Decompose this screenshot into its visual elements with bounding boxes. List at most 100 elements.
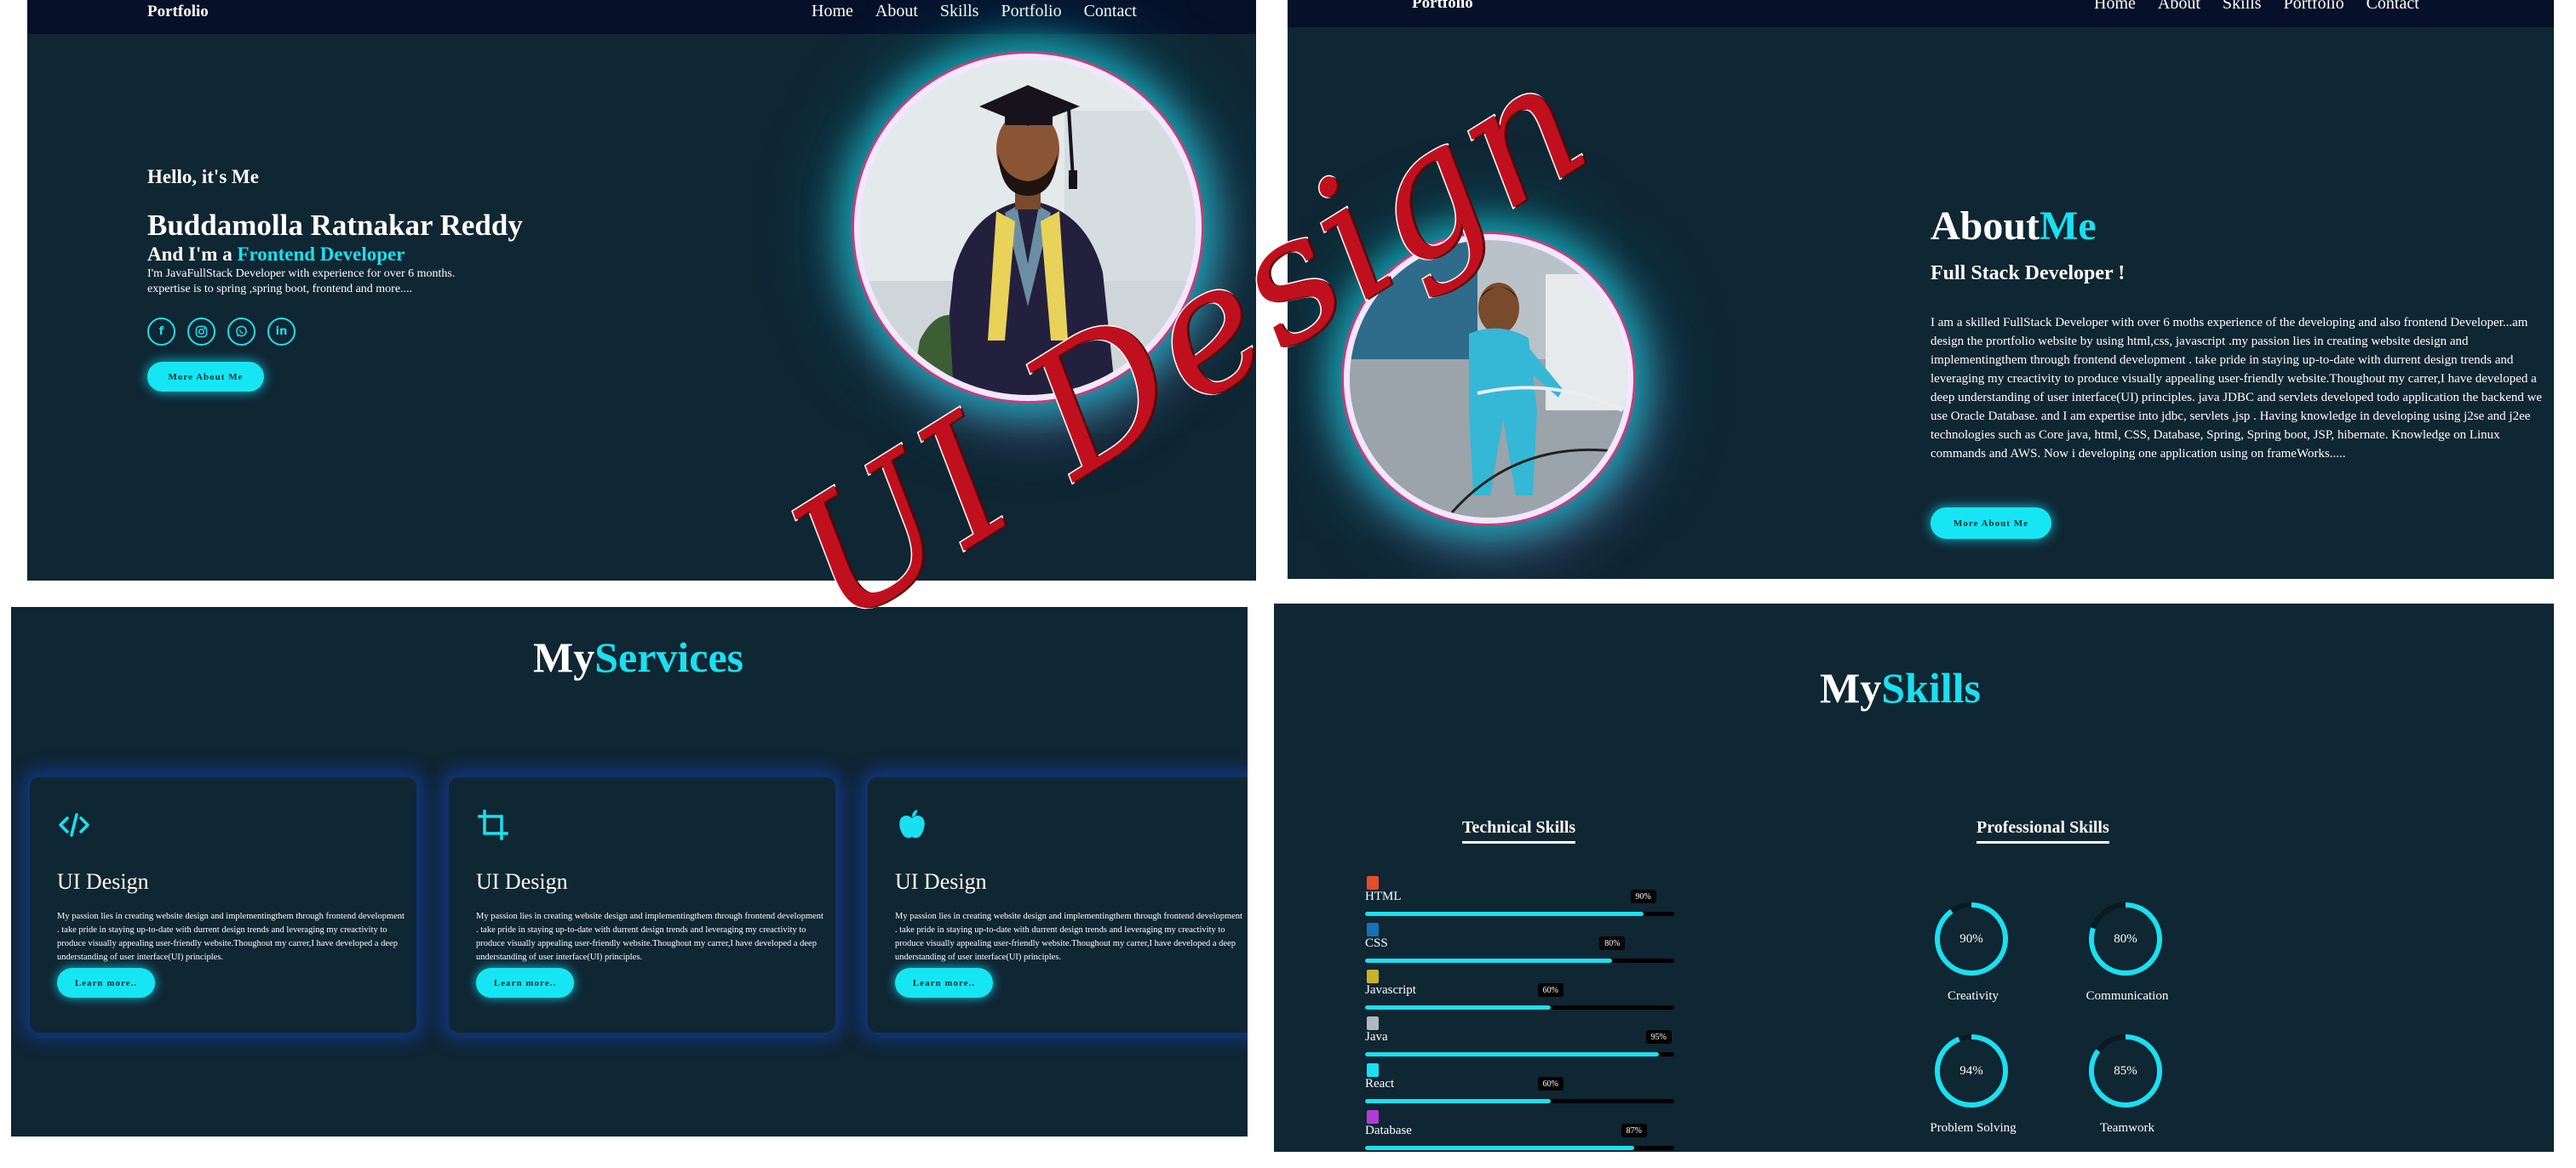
about-subtitle: Full Stack Developer ! bbox=[1931, 262, 2126, 284]
code-icon bbox=[57, 808, 91, 842]
skill-label: Javascript bbox=[1365, 983, 1416, 997]
javascript-icon bbox=[1367, 970, 1379, 983]
skills-title-white: My bbox=[1820, 664, 1882, 712]
professional-skill-label: Problem Solving bbox=[1930, 1121, 2017, 1135]
navbar: Portfolio Home About Skills Portfolio Co… bbox=[27, 0, 1256, 34]
nav-link-contact[interactable]: Contact bbox=[1084, 2, 1137, 21]
nav-link-contact[interactable]: Contact bbox=[2367, 0, 2419, 14]
technical-skill-react: React 60% bbox=[1365, 1063, 1674, 1110]
skill-progress-track bbox=[1365, 1052, 1674, 1056]
radial-percent: 90% bbox=[1959, 931, 1983, 946]
services-title: MyServices bbox=[533, 633, 743, 682]
technical-skill-html: HTML 90% bbox=[1365, 876, 1674, 923]
skill-progress-track bbox=[1365, 1146, 1674, 1150]
html5-icon bbox=[1367, 876, 1379, 890]
service-card: UI Design My passion lies in creating we… bbox=[30, 777, 416, 1033]
skill-progress-track bbox=[1365, 959, 1674, 963]
about-title-accent: Me bbox=[2040, 203, 2097, 249]
service-description: My passion lies in creating website desi… bbox=[476, 912, 823, 962]
navbar: Portfolio Home About Skills Portfolio Co… bbox=[1288, 0, 2554, 27]
technical-skill-javascript: Javascript 60% bbox=[1365, 970, 1674, 1016]
technical-skill-css: CSS 80% bbox=[1365, 923, 1674, 970]
about-paragraph: I am a skilled FullStack Developer with … bbox=[1931, 316, 2543, 461]
greeting: Hello, it's Me bbox=[147, 166, 259, 187]
nav-link-home[interactable]: Home bbox=[812, 2, 853, 21]
skill-progress-fill bbox=[1365, 912, 1644, 916]
radial-percent: 80% bbox=[2114, 931, 2137, 946]
skill-progress-track bbox=[1365, 1005, 1674, 1010]
home-description-line-2: expertise is to spring ,spring boot, fro… bbox=[147, 283, 413, 295]
service-card: UI Design My passion lies in creating we… bbox=[868, 777, 1248, 1033]
home-description: I'm JavaFullStack Developer with experie… bbox=[147, 266, 505, 297]
professional-skill-creativity: 90% bbox=[1932, 900, 2011, 978]
nav-link-skills[interactable]: Skills bbox=[2223, 0, 2262, 14]
logo[interactable]: Portfolio bbox=[1412, 0, 1473, 13]
linkedin-icon[interactable]: in bbox=[267, 318, 295, 346]
nav-link-home[interactable]: Home bbox=[2094, 0, 2136, 14]
service-title: UI Design bbox=[57, 869, 149, 894]
nav-links: Home About Skills Portfolio Contact bbox=[2094, 0, 2419, 14]
learn-more-button[interactable]: Learn more.. bbox=[57, 968, 155, 998]
professional-skill-communication: 80% bbox=[2086, 900, 2165, 978]
whatsapp-icon[interactable] bbox=[227, 318, 255, 346]
learn-more-button[interactable]: Learn more.. bbox=[476, 968, 574, 998]
about-title-white: About bbox=[1931, 203, 2040, 249]
facebook-icon[interactable]: f bbox=[147, 318, 175, 346]
java-icon bbox=[1367, 1016, 1379, 1030]
professional-skill-label: Teamwork bbox=[2100, 1121, 2154, 1135]
react-icon bbox=[1367, 1063, 1379, 1077]
more-about-me-button[interactable]: More About Me bbox=[147, 362, 264, 392]
about-title: AboutMe bbox=[1931, 203, 2097, 249]
skill-progress-track bbox=[1365, 1099, 1674, 1103]
service-description: My passion lies in creating website desi… bbox=[895, 912, 1242, 962]
skill-label: Java bbox=[1365, 1030, 1388, 1044]
skill-percent-badge: 60% bbox=[1537, 1077, 1563, 1091]
skills-title-accent: Skills bbox=[1881, 664, 1981, 712]
more-about-me-button[interactable]: More About Me bbox=[1931, 507, 2051, 539]
service-card: UI Design My passion lies in creating we… bbox=[449, 777, 835, 1033]
skill-percent-badge: 87% bbox=[1621, 1124, 1647, 1137]
learn-more-button[interactable]: Learn more.. bbox=[895, 968, 993, 998]
instagram-icon[interactable] bbox=[187, 318, 215, 346]
person-name: Buddamolla Ratnakar Reddy bbox=[147, 209, 523, 242]
skill-percent-badge: 60% bbox=[1537, 983, 1563, 997]
professional-skill-teamwork: 85% bbox=[2086, 1032, 2165, 1110]
logo[interactable]: Portfolio bbox=[147, 3, 209, 21]
skill-label: CSS bbox=[1365, 936, 1388, 950]
skill-label: HTML bbox=[1365, 890, 1402, 903]
service-title: UI Design bbox=[476, 869, 568, 894]
home-description-line-1: I'm JavaFullStack Developer with experie… bbox=[147, 267, 456, 280]
role-line: And I'm a Frontend Developer bbox=[147, 243, 404, 266]
nav-link-about[interactable]: About bbox=[875, 2, 918, 21]
apple-icon bbox=[895, 808, 929, 842]
database-icon bbox=[1367, 1110, 1379, 1124]
skill-progress-fill bbox=[1365, 1005, 1551, 1010]
crop-icon bbox=[476, 808, 510, 842]
skill-progress-fill bbox=[1365, 959, 1613, 963]
role-title: Frontend Developer bbox=[237, 243, 405, 265]
nav-link-about[interactable]: About bbox=[2158, 0, 2200, 14]
role-prefix: And I'm a bbox=[147, 243, 238, 265]
skill-progress-fill bbox=[1365, 1099, 1551, 1103]
nav-link-skills[interactable]: Skills bbox=[940, 2, 979, 21]
services-title-accent: Services bbox=[594, 633, 744, 681]
technical-skill-java: Java 95% bbox=[1365, 1016, 1674, 1063]
skill-progress-fill bbox=[1365, 1146, 1634, 1150]
skill-percent-badge: 80% bbox=[1599, 936, 1626, 950]
radial-percent: 94% bbox=[1959, 1063, 1983, 1078]
service-description: My passion lies in creating website desi… bbox=[57, 912, 404, 962]
skill-label: React bbox=[1365, 1077, 1395, 1091]
professional-skills-title: Professional Skills bbox=[1976, 818, 2109, 844]
professional-skill-label: Communication bbox=[2085, 989, 2169, 1003]
skill-progress-fill bbox=[1365, 1052, 1659, 1056]
skill-label: Database bbox=[1365, 1124, 1412, 1137]
skills-title: MySkills bbox=[1820, 663, 1981, 713]
social-links: f in bbox=[147, 318, 295, 346]
skill-percent-badge: 95% bbox=[1645, 1030, 1672, 1044]
nav-links: Home About Skills Portfolio Contact bbox=[812, 2, 1137, 21]
nav-link-portfolio[interactable]: Portfolio bbox=[1001, 2, 1061, 21]
nav-link-portfolio[interactable]: Portfolio bbox=[2283, 0, 2344, 14]
service-title: UI Design bbox=[895, 869, 987, 894]
services-title-white: My bbox=[533, 633, 595, 681]
radial-percent: 85% bbox=[2114, 1063, 2137, 1078]
